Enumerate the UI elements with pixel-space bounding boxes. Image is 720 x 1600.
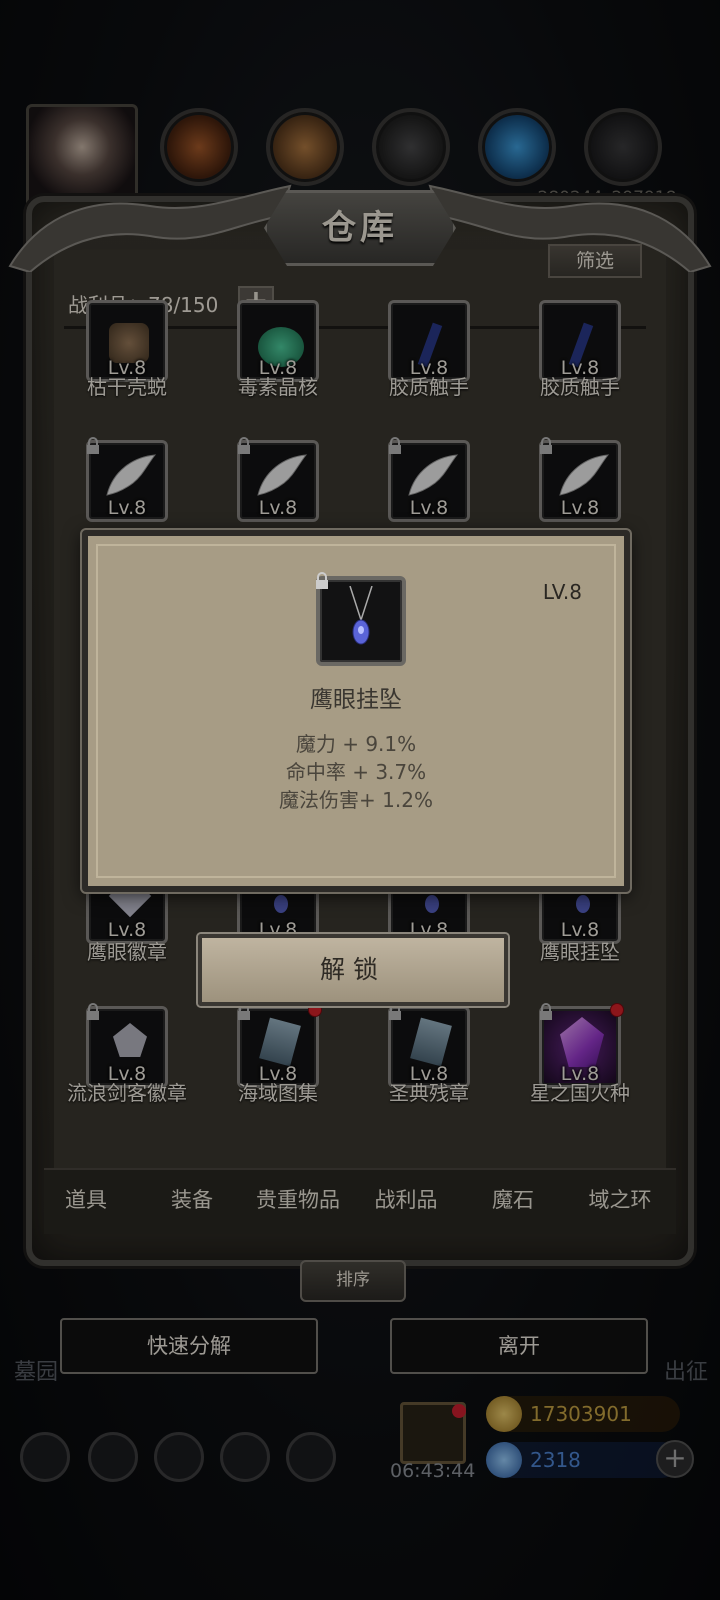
wing-icon: [106, 454, 157, 496]
item-name: 星之国火种: [530, 1081, 630, 1105]
purple-crystal-icon: [560, 1017, 604, 1067]
item-name: 胶质触手: [389, 375, 469, 399]
item-slot[interactable]: Lv.8: [237, 300, 319, 382]
book-icon: [410, 1017, 452, 1067]
item-name: 枯干壳蜕: [87, 375, 167, 399]
tab-domain-rings[interactable]: 域之环: [570, 1184, 670, 1214]
lock-icon: [540, 437, 552, 454]
item-slot[interactable]: Lv.8: [86, 1003, 168, 1088]
item-detail-popup: LV.8 鹰眼挂坠 魔力 + 9.1% 命中率 + 3.7% 魔法伤害+ 1.2…: [82, 530, 630, 892]
item-name: 毒素晶核: [238, 375, 318, 399]
countdown-timer: 06:43:44: [390, 1460, 476, 1482]
item-name: 胶质触手: [540, 375, 620, 399]
leather-resource-icon: [160, 108, 238, 186]
item-slot[interactable]: Lv.8: [237, 1003, 322, 1088]
item-slot[interactable]: Lv.8: [237, 437, 319, 522]
lock-icon: [87, 1003, 99, 1020]
settings-icon[interactable]: [20, 1432, 70, 1482]
popup-item-name: 鹰眼挂坠: [310, 687, 402, 713]
add-currency-button[interactable]: +: [656, 1440, 694, 1478]
tab-equipment[interactable]: 装备: [142, 1184, 242, 1214]
achievement-icon[interactable]: [88, 1432, 138, 1482]
pendant-icon: [274, 895, 288, 913]
gem-icon: [486, 1442, 522, 1478]
crystal-resource-icon: [478, 108, 556, 186]
steel-resource-icon: [584, 108, 662, 186]
book-icon: [259, 1017, 301, 1067]
gold-amount: 17303901: [530, 1402, 632, 1426]
tab-magic-stones[interactable]: 魔石: [463, 1184, 563, 1214]
new-item-indicator: [610, 1003, 624, 1017]
item-slot[interactable]: Lv.8: [86, 437, 168, 522]
tab-items[interactable]: 道具: [36, 1184, 136, 1214]
lock-icon: [540, 1003, 552, 1020]
wood-resource-icon: [266, 108, 344, 186]
popup-stat-magic: 魔力 + 9.1%: [295, 732, 417, 756]
pendant-icon: [576, 895, 590, 913]
item-slot[interactable]: Lv.8: [539, 300, 621, 382]
item-slot[interactable]: Lv.8: [539, 437, 621, 522]
pendant-icon: [349, 586, 373, 645]
popup-stat-hit-rate: 命中率 + 3.7%: [285, 760, 427, 784]
item-name: 圣典残章: [389, 1081, 469, 1105]
item-slot[interactable]: Lv.8: [86, 300, 168, 382]
iron-resource-icon: [372, 108, 450, 186]
gold-coin-icon: [486, 1396, 522, 1432]
quick-decompose-button[interactable]: 快速分解: [60, 1318, 318, 1374]
lock-icon: [87, 437, 99, 454]
pendant-icon: [425, 895, 439, 913]
popup-item-slot: [316, 572, 406, 666]
wing-icon: [257, 454, 308, 496]
lock-icon: [316, 572, 328, 589]
lock-icon: [238, 437, 250, 454]
page-title: 仓库: [322, 208, 398, 248]
item-slot[interactable]: Lv.8: [539, 1003, 624, 1088]
dragon-ornament-left: [8, 184, 292, 272]
hall-icon[interactable]: [154, 1432, 204, 1482]
gift-notification-dot: [452, 1404, 466, 1418]
item-name: 流浪剑客徽章: [67, 1081, 187, 1105]
item-name: 海域图集: [238, 1081, 318, 1105]
item-level: Lv.8: [258, 497, 298, 519]
gem-amount: 2318: [530, 1448, 581, 1472]
map-icon[interactable]: [286, 1432, 336, 1482]
item-slot[interactable]: Lv.8: [388, 300, 470, 382]
tab-valuables[interactable]: 贵重物品: [248, 1184, 348, 1214]
lock-icon: [389, 437, 401, 454]
wing-icon: [408, 454, 459, 496]
sort-button[interactable]: 排序: [300, 1260, 406, 1302]
filter-button[interactable]: 筛选: [548, 244, 642, 278]
wing-icon: [559, 454, 610, 496]
leave-button[interactable]: 离开: [390, 1318, 648, 1374]
unlock-button[interactable]: 解锁: [198, 934, 508, 1006]
item-name: 鹰眼徽章: [87, 940, 167, 964]
mail-icon[interactable]: [220, 1432, 270, 1482]
item-slot[interactable]: Lv.8: [388, 437, 470, 522]
item-level: Lv.8: [409, 497, 449, 519]
popup-item-level: LV.8: [542, 580, 582, 604]
item-name: 鹰眼挂坠: [540, 940, 620, 964]
item-level: Lv.8: [107, 497, 147, 519]
graveyard-label: 墓园: [14, 1360, 59, 1385]
swordsman-badge-icon: [113, 1023, 147, 1057]
expedition-label: 出征: [664, 1360, 709, 1385]
item-slot[interactable]: Lv.8: [388, 1003, 470, 1088]
item-level: Lv.8: [560, 497, 600, 519]
popup-stat-magic-damage: 魔法伤害+ 1.2%: [279, 788, 433, 812]
tab-loot[interactable]: 战利品: [356, 1184, 456, 1214]
